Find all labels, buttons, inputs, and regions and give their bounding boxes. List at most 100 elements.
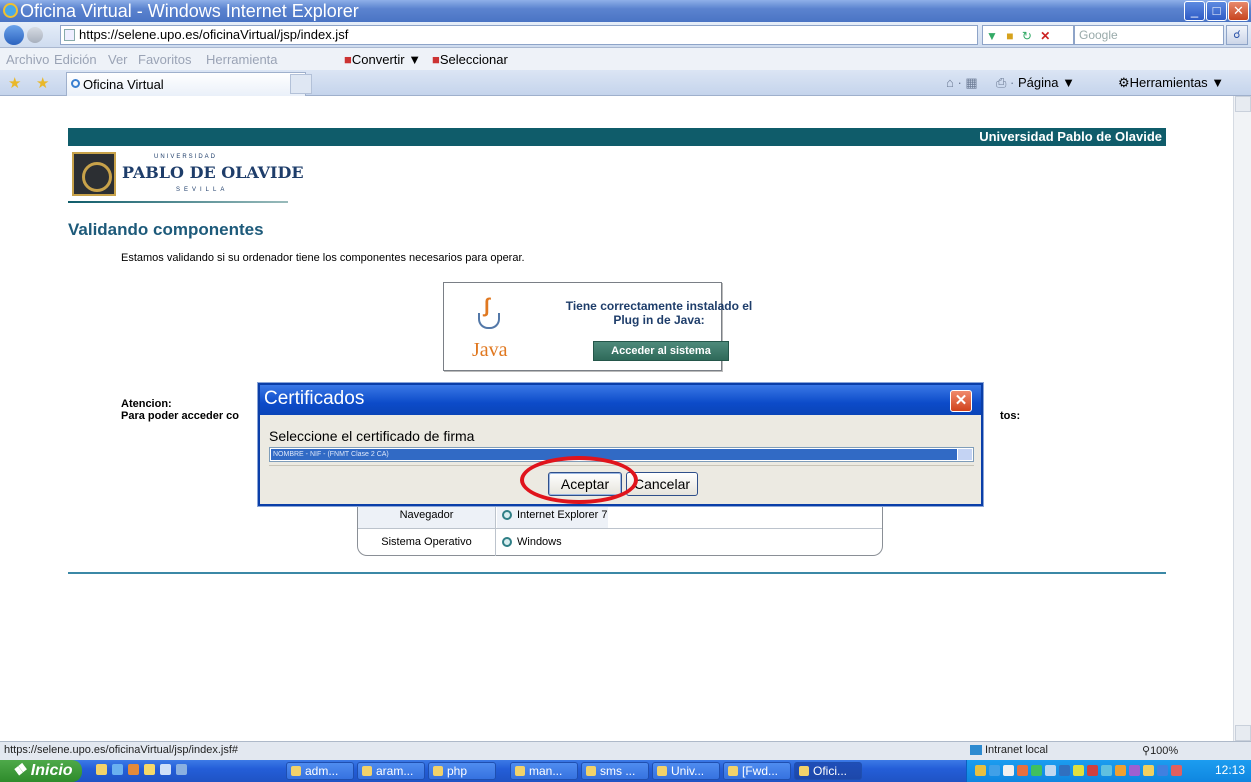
url-field[interactable]: https://selene.upo.es/oficinaVirtual/jsp… xyxy=(60,25,978,45)
stop-icon[interactable]: ✕ xyxy=(1040,29,1050,43)
logo-bottom-text: SEVILLA xyxy=(176,187,229,193)
home-icon[interactable]: ⌂ · ▦ xyxy=(946,75,978,91)
intranet-icon xyxy=(970,745,982,756)
dialog-title: Certificados xyxy=(264,388,365,409)
vertical-scrollbar[interactable] xyxy=(1233,96,1251,741)
tray-icon[interactable] xyxy=(1045,765,1056,776)
tray-icon[interactable] xyxy=(1157,765,1168,776)
quicklaunch-app-icon[interactable] xyxy=(144,764,155,775)
java-cup-icon xyxy=(478,313,500,329)
intro-text: Estamos validando si su ordenador tiene … xyxy=(121,252,525,264)
tray-icon[interactable] xyxy=(975,765,986,776)
back-button[interactable] xyxy=(4,25,24,45)
scroll-up-button[interactable] xyxy=(1235,96,1251,112)
requirements-table: Navegador Internet Explorer 7 Sistema Op… xyxy=(357,502,883,556)
java-status-text: Tiene correctamente instalado el Plug in… xyxy=(552,299,766,327)
seleccionar-menu[interactable]: ■Seleccionar xyxy=(432,52,508,67)
tray-icon[interactable] xyxy=(1031,765,1042,776)
taskbar-item[interactable]: aram... xyxy=(357,762,425,780)
refresh-icon[interactable]: ↻ xyxy=(1022,29,1032,43)
taskbar-item-active[interactable]: Ofici... xyxy=(794,762,862,780)
zoom-value: 100% xyxy=(1150,745,1179,757)
new-tab-button[interactable] xyxy=(290,74,312,94)
tray-icon[interactable] xyxy=(1003,765,1014,776)
tray-icon[interactable] xyxy=(1073,765,1084,776)
menu-ver[interactable]: Ver xyxy=(108,52,128,67)
quicklaunch-app2-icon[interactable] xyxy=(160,764,171,775)
page-divider xyxy=(68,572,1166,574)
menu-favoritos[interactable]: Favoritos xyxy=(138,52,191,67)
pagina-menu[interactable]: Página ▼ xyxy=(1018,75,1075,90)
tray-icon[interactable] xyxy=(989,765,1000,776)
highlight-circle-annotation xyxy=(520,456,638,504)
dialog-close-button[interactable]: ✕ xyxy=(950,390,972,412)
minimize-button[interactable]: _ xyxy=(1184,1,1205,21)
quicklaunch-folder-icon[interactable] xyxy=(96,764,107,775)
favorites-star-icon[interactable]: ★ xyxy=(8,74,21,92)
attention-line: Para poder acceder co xyxy=(121,410,240,422)
tray-icon[interactable] xyxy=(1087,765,1098,776)
seleccionar-icon: ■ xyxy=(432,52,440,67)
add-favorite-icon[interactable]: ★ xyxy=(36,74,49,92)
screen: Oficina Virtual - Windows Internet Explo… xyxy=(0,0,1251,782)
taskbar-item[interactable]: Univ... xyxy=(652,762,720,780)
scroll-down-button[interactable] xyxy=(1235,725,1251,741)
tray-icon[interactable] xyxy=(1143,765,1154,776)
attention-text: Atencion: Para poder acceder co xyxy=(121,398,239,422)
tray-icon[interactable] xyxy=(1115,765,1126,776)
zoom-level[interactable]: ⚲100% xyxy=(1142,744,1178,757)
taskbar-item[interactable]: sms ... xyxy=(581,762,649,780)
certificate-list[interactable]: NOMBRE - NIF - (FNMT Clase 2 CA) xyxy=(269,447,974,462)
certificate-item-selected[interactable]: NOMBRE - NIF - (FNMT Clase 2 CA) xyxy=(271,449,957,460)
university-emblem-icon xyxy=(72,152,116,196)
java-status-line2: Plug in de Java: xyxy=(613,313,705,327)
java-status-line1: Tiene correctamente instalado el xyxy=(565,299,753,313)
restore-button[interactable]: □ xyxy=(1206,1,1227,21)
convertir-menu[interactable]: ■Convertir ▼ xyxy=(344,52,421,67)
status-bar: https://selene.upo.es/oficinaVirtual/jsp… xyxy=(0,741,1251,760)
tray-icon[interactable] xyxy=(1129,765,1140,776)
window-title: Oficina Virtual - Windows Internet Explo… xyxy=(20,1,359,21)
herramientas-menu[interactable]: ⚙Herramientas ▼ xyxy=(1118,75,1224,91)
menu-herramienta[interactable]: Herramienta xyxy=(206,52,278,67)
page-icon xyxy=(64,29,75,41)
menu-bar: Archivo Edición Ver Favoritos Herramient… xyxy=(0,48,1251,70)
tray-icon[interactable] xyxy=(1171,765,1182,776)
go-arrow-icon[interactable]: ▼ xyxy=(986,29,998,43)
check-icon xyxy=(502,510,512,520)
windows-flag-icon: ❖ xyxy=(12,762,27,779)
tray-icon[interactable] xyxy=(1017,765,1028,776)
lock-icon[interactable]: ■ xyxy=(1006,29,1013,43)
search-icon[interactable]: ☌ xyxy=(1226,25,1248,45)
herramientas-label: Herramientas xyxy=(1129,75,1208,90)
close-window-button[interactable]: ✕ xyxy=(1228,1,1249,21)
list-scrollbar[interactable] xyxy=(958,449,972,460)
taskbar-item[interactable]: php xyxy=(428,762,496,780)
search-input[interactable]: Google xyxy=(1074,25,1224,45)
menu-edicion[interactable]: Edición xyxy=(54,52,97,67)
logo-name-text: PABLO DE OLAVIDE xyxy=(122,163,304,182)
taskbar-clock: 12:13 xyxy=(1214,763,1245,777)
start-button[interactable]: ❖ Inicio xyxy=(0,760,82,782)
quicklaunch-firefox-icon[interactable] xyxy=(128,764,139,775)
print-icon[interactable]: ⎙ · xyxy=(996,75,1014,91)
dialog-titlebar[interactable]: Certificados ✕ xyxy=(260,385,981,415)
tab-oficina-virtual[interactable]: Oficina Virtual xyxy=(66,72,306,96)
forward-button[interactable] xyxy=(27,27,43,43)
requirement-value-text: Internet Explorer 7 xyxy=(517,509,608,521)
ie-icon xyxy=(3,3,18,18)
taskbar-item[interactable]: adm... xyxy=(286,762,354,780)
tray-icon[interactable] xyxy=(1059,765,1070,776)
taskbar-item[interactable]: man... xyxy=(510,762,578,780)
quicklaunch-app3-icon[interactable] xyxy=(176,764,187,775)
favorites-bar: ★ ★ Oficina Virtual ⌂ · ▦ ⎙ · Página ▼ ⚙… xyxy=(0,70,1251,96)
taskbar-item[interactable]: [Fwd... xyxy=(723,762,791,780)
acceder-sistema-button[interactable]: Acceder al sistema xyxy=(593,341,729,361)
url-text: https://selene.upo.es/oficinaVirtual/jsp… xyxy=(79,27,349,42)
tab-label: Oficina Virtual xyxy=(83,77,164,92)
menu-archivo[interactable]: Archivo xyxy=(6,52,49,67)
tray-icon[interactable] xyxy=(1101,765,1112,776)
quicklaunch-ie-icon[interactable] xyxy=(112,764,123,775)
security-zone-label: Intranet local xyxy=(985,744,1048,756)
status-url: https://selene.upo.es/oficinaVirtual/jsp… xyxy=(4,744,238,756)
